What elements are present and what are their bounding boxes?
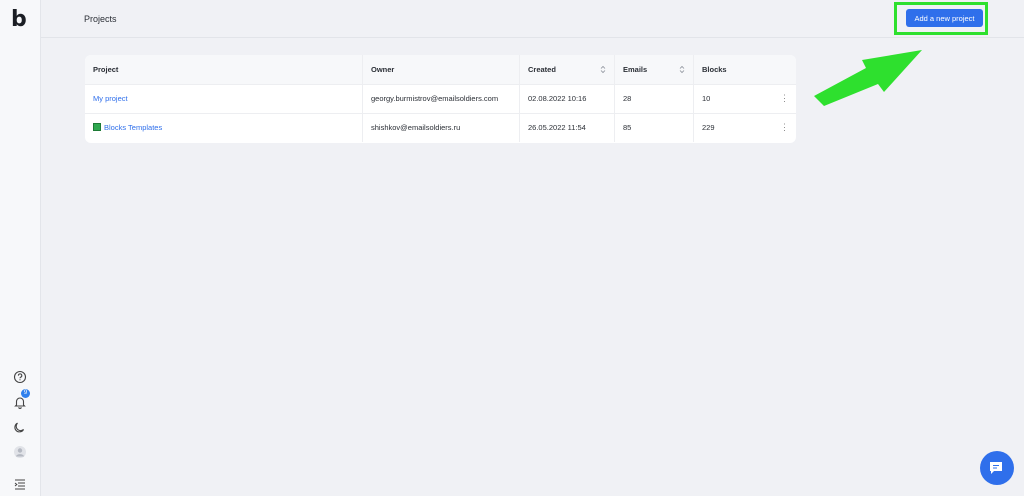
- table-row[interactable]: Blocks Templates shishkov@emailsoldiers.…: [85, 113, 796, 142]
- column-header-emails[interactable]: Emails: [614, 55, 693, 84]
- help-circle-icon[interactable]: [12, 369, 28, 385]
- column-header-menu: [773, 55, 796, 84]
- chat-bubble-icon: [990, 462, 1002, 474]
- created-cell: 26.05.2022 11:54: [519, 113, 614, 142]
- sort-icon[interactable]: [679, 65, 685, 74]
- green-arrow-annotation: [814, 50, 922, 106]
- moon-icon[interactable]: [12, 419, 28, 435]
- owner-cell: georgy.burmistrov@emailsoldiers.com: [362, 84, 519, 113]
- project-name[interactable]: Blocks Templates: [104, 123, 162, 132]
- add-project-button[interactable]: Add a new project: [906, 9, 983, 27]
- project-name-link[interactable]: Blocks Templates: [85, 113, 362, 142]
- project-name[interactable]: My project: [93, 94, 128, 103]
- column-header-project: Project: [93, 65, 119, 74]
- table-row[interactable]: My project georgy.burmistrov@emailsoldie…: [85, 84, 796, 114]
- column-header-emails-label: Emails: [623, 65, 648, 74]
- sort-icon[interactable]: [600, 65, 606, 74]
- row-menu-icon[interactable]: ⋮: [773, 84, 796, 113]
- template-icon: [93, 123, 101, 132]
- project-name-link[interactable]: My project: [85, 84, 362, 113]
- page-header: Projects: [41, 0, 1024, 38]
- avatar-icon[interactable]: [12, 444, 28, 460]
- sidebar: b 9: [0, 0, 41, 496]
- app-logo[interactable]: b: [11, 7, 27, 32]
- bell-icon[interactable]: 9: [12, 389, 30, 410]
- created-cell: 02.08.2022 10:16: [519, 84, 614, 113]
- emails-cell: 28: [614, 84, 693, 113]
- page-title: Projects: [84, 14, 117, 24]
- notification-badge: 9: [21, 389, 30, 398]
- column-header-blocks: Blocks: [693, 55, 773, 84]
- blocks-cell: 229: [693, 113, 773, 142]
- chat-support-button[interactable]: [980, 451, 1014, 485]
- emails-cell: 85: [614, 113, 693, 142]
- blocks-cell: 10: [693, 84, 773, 113]
- column-header-created-label: Created: [528, 65, 556, 74]
- row-menu-icon[interactable]: ⋮: [773, 113, 796, 142]
- menu-collapse-icon[interactable]: [12, 476, 28, 492]
- projects-table: Project Owner Created Emails Blocks My p…: [85, 55, 796, 143]
- column-header-owner: Owner: [362, 55, 519, 84]
- owner-cell: shishkov@emailsoldiers.ru: [362, 113, 519, 142]
- table-header-row: Project Owner Created Emails Blocks: [85, 55, 796, 85]
- column-header-created[interactable]: Created: [519, 55, 614, 84]
